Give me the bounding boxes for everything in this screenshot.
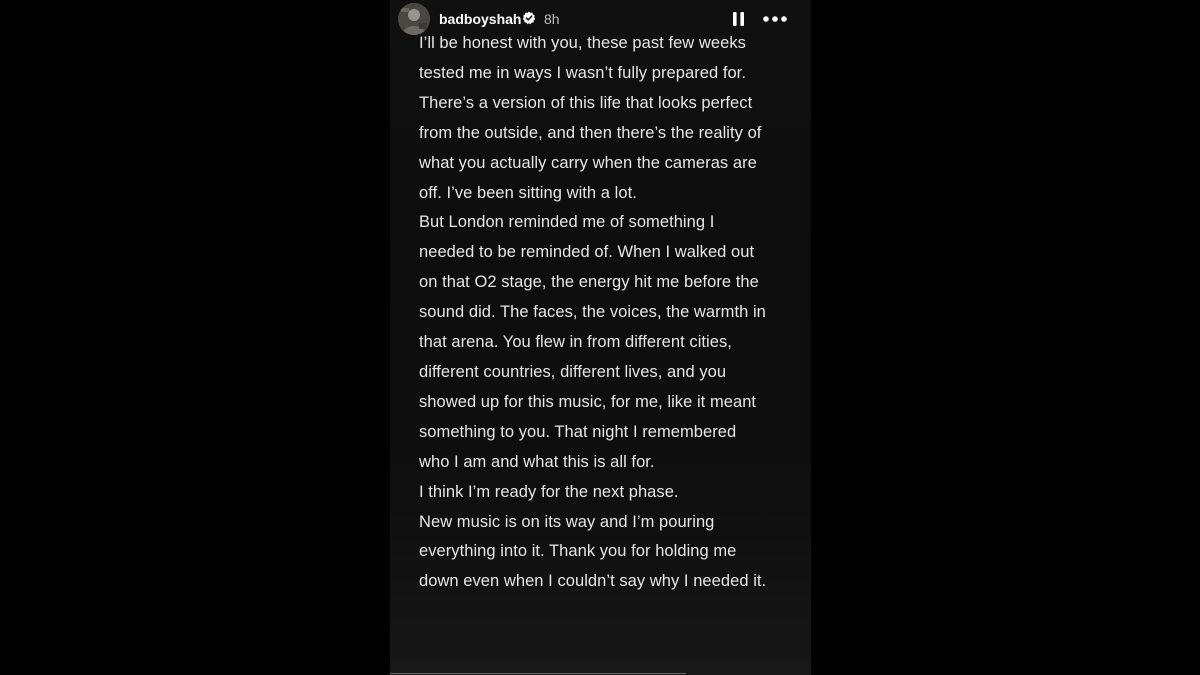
story-text-body: I’ll be honest with you, these past few …	[419, 29, 769, 597]
story-paragraph: But London reminded me of something I ne…	[419, 213, 766, 471]
story-viewer[interactable]: badboyshah 8h I’ll be honest with you, t…	[390, 0, 811, 675]
more-options-icon	[763, 16, 787, 22]
story-header: badboyshah 8h	[390, 0, 811, 38]
bottom-fade-overlay	[390, 603, 811, 675]
avatar-image	[398, 3, 430, 35]
profile-avatar[interactable]	[398, 3, 430, 35]
story-progress-line	[390, 673, 686, 674]
pause-icon	[733, 12, 744, 26]
pause-button[interactable]	[729, 9, 749, 29]
story-username[interactable]: badboyshah	[439, 10, 521, 28]
verified-badge-icon	[522, 11, 536, 25]
story-paragraph: I’ll be honest with you, these past few …	[419, 34, 762, 202]
more-options-button[interactable]	[762, 9, 788, 29]
story-paragraph: I think I’m ready for the next phase.	[419, 482, 679, 501]
story-timestamp: 8h	[544, 11, 560, 27]
story-paragraph: New music is on its way and I’m pouring …	[419, 512, 767, 591]
page-stage: badboyshah 8h I’ll be honest with you, t…	[0, 0, 1200, 675]
